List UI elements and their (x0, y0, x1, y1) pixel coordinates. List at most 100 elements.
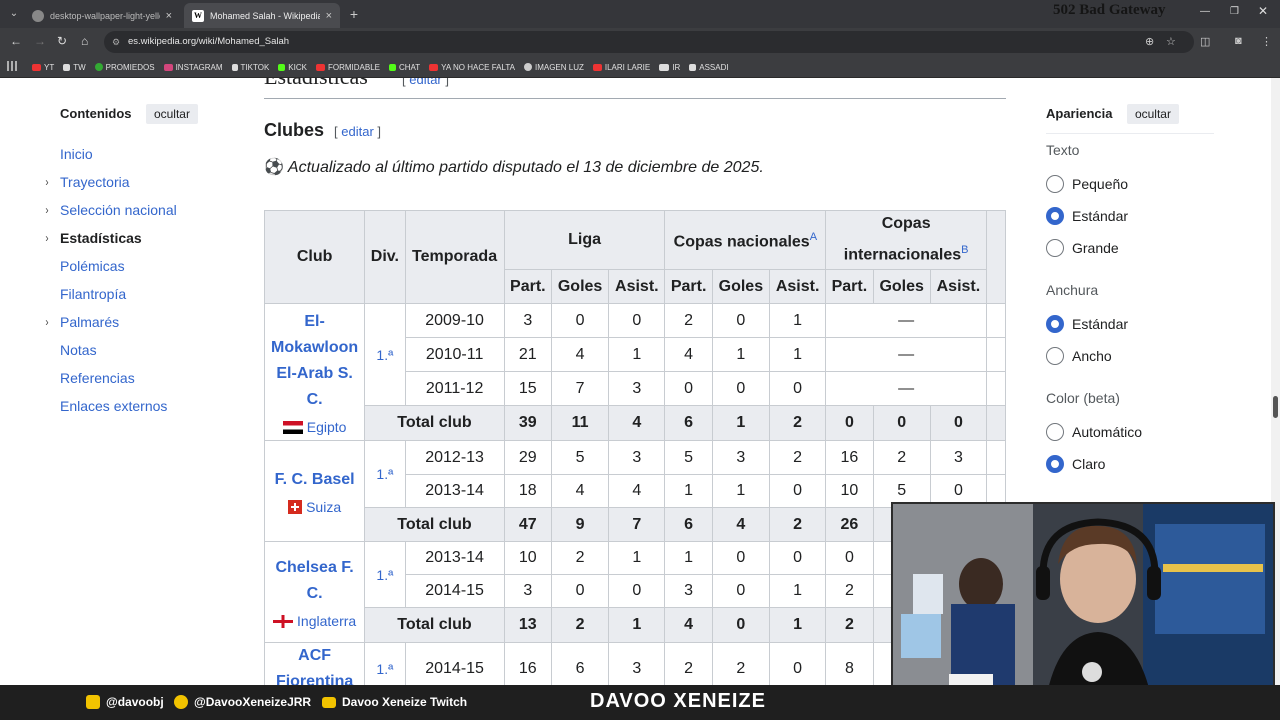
bookmark-tw[interactable]: TW (63, 63, 86, 72)
cut-cell (986, 440, 1006, 475)
club-link[interactable]: Chelsea F. C. (265, 555, 364, 607)
toc-item-label: Notas (60, 342, 97, 358)
chevron-right-icon[interactable]: › (45, 168, 48, 196)
new-tab-button[interactable]: + (344, 4, 364, 24)
division-link[interactable]: 1.ª (364, 303, 406, 406)
club-cell: El- Mokawloon El-Arab S. C. Egipto (264, 303, 366, 441)
radio-circle[interactable] (1046, 207, 1064, 225)
toc-item-label: Selección nacional (60, 202, 177, 218)
chevron-right-icon[interactable]: › (45, 224, 48, 252)
intl-cell: 8 (825, 642, 874, 685)
bookmark-yt[interactable]: YT (32, 63, 54, 72)
toc-item-notas[interactable]: Notas (60, 336, 230, 364)
copas-cell: 0 (768, 642, 827, 685)
subheader-cell: Asist. (929, 269, 988, 304)
toc-hide-button[interactable]: ocultar (145, 104, 198, 124)
radio-circle[interactable] (1046, 239, 1064, 257)
window-close-icon[interactable]: ✕ (1258, 4, 1268, 18)
toc-item-enlaces-externos[interactable]: Enlaces externos (60, 392, 230, 420)
total-cell: 11 (550, 405, 610, 441)
toc-item-trayectoria[interactable]: › Trayectoria (45, 168, 230, 196)
tab-label: Mohamed Salah - Wikipedia, la (210, 10, 320, 21)
appearance-hide-button[interactable]: ocultar (1126, 104, 1179, 124)
extensions-icon[interactable]: ◫ (1200, 35, 1210, 48)
chevron-right-icon[interactable]: › (45, 196, 48, 224)
bookmark-chat[interactable]: CHAT (388, 63, 420, 72)
division-link[interactable]: 1.ª (364, 440, 406, 508)
tab-search-button[interactable]: ⌄ (4, 4, 24, 24)
club-name-line: El- (304, 313, 325, 330)
bookmark-ya-no-hace-falta[interactable]: YA NO HACE FALTA (429, 63, 515, 72)
radio-option[interactable]: Grande (1046, 232, 1214, 264)
bookmark-tiktok[interactable]: TIKTOK (231, 63, 269, 72)
site-info-icon[interactable]: ⚙ (112, 31, 120, 53)
total-cell: 13 (503, 607, 552, 643)
tab-wallpaper[interactable]: desktop-wallpaper-light-yellow × (24, 3, 180, 28)
bookmark-imagen-luz[interactable]: IMAGEN LUZ (523, 63, 584, 72)
url-field[interactable]: ⚙ es.wikipedia.org/wiki/Mohamed_Salah (104, 31, 1194, 53)
club-link[interactable]: ACF Fiorentina (265, 643, 364, 685)
apps-grid-icon[interactable] (7, 61, 17, 71)
home-icon[interactable]: ⌂ (81, 34, 88, 48)
radio-circle[interactable] (1046, 455, 1064, 473)
radio-option[interactable]: Automático (1046, 416, 1214, 448)
note-link[interactable]: B (961, 244, 968, 256)
subheading-text: Clubes (264, 120, 325, 140)
chevron-right-icon[interactable]: › (45, 308, 48, 336)
bookmark-ilari-larie[interactable]: ILARI LARIE (592, 63, 650, 72)
zoom-icon[interactable]: ⊕ (1145, 35, 1154, 48)
radio-circle[interactable] (1046, 315, 1064, 333)
profile-icon[interactable]: ◙ (1235, 35, 1242, 47)
edit-link[interactable]: editar (341, 124, 374, 139)
radio-option[interactable]: Estándar (1046, 200, 1214, 232)
bookmark-kick[interactable]: KICK (278, 63, 307, 72)
maximize-icon[interactable]: ❐ (1230, 6, 1239, 17)
country-link[interactable]: Egipto (265, 419, 364, 435)
country-link[interactable]: Suiza (265, 499, 364, 515)
back-icon[interactable]: ← (10, 34, 22, 48)
division-link[interactable]: 1.ª (364, 642, 406, 685)
club-link[interactable]: F. C. Basel (265, 467, 364, 493)
edit-link[interactable]: editar (409, 78, 442, 87)
close-tab-icon[interactable]: × (166, 10, 172, 22)
tab-wikipedia[interactable]: W Mohamed Salah - Wikipedia, la × (184, 3, 340, 28)
division-link[interactable]: 1.ª (364, 541, 406, 608)
season-cell: 2011-12 (404, 371, 505, 406)
toc-item-referencias[interactable]: Referencias (60, 364, 230, 392)
forward-icon[interactable]: → (34, 34, 46, 48)
overlay-gateway-text: 502 Bad Gateway (1053, 2, 1166, 18)
bookmark-ir[interactable]: IR (659, 63, 680, 72)
bookmark-formidable[interactable]: FORMIDABLE (315, 63, 380, 72)
radio-circle[interactable] (1046, 423, 1064, 441)
copas-cell: 5 (664, 440, 713, 475)
intl-cell: 3 (929, 440, 988, 475)
bookmark-assadi[interactable]: ASSADI (689, 63, 729, 72)
club-name-line: Chelsea F. (275, 559, 354, 576)
note-link[interactable]: A (810, 231, 817, 243)
toc-item-selección-nacional[interactable]: › Selección nacional (45, 196, 230, 224)
club-link[interactable]: El- Mokawloon El-Arab S. C. (265, 309, 364, 413)
minimize-icon[interactable]: — (1200, 6, 1210, 17)
toc-item-label: Referencias (60, 370, 135, 386)
bookmark-promiedos[interactable]: PROMIEDOS (94, 63, 155, 72)
mk-icon (659, 63, 670, 71)
toc-item-inicio[interactable]: Inicio (60, 140, 230, 168)
table-of-contents: Contenidos ocultar Inicio › Trayectoria › Se… (45, 104, 230, 420)
toc-item-polémicas[interactable]: Polémicas (60, 252, 230, 280)
bookmark-instagram[interactable]: INSTAGRAM (163, 63, 223, 72)
scrollbar-thumb[interactable] (1273, 396, 1278, 418)
close-tab-icon[interactable]: × (326, 10, 332, 22)
menu-icon[interactable]: ⋮ (1261, 35, 1272, 48)
radio-option[interactable]: Claro (1046, 448, 1214, 480)
radio-circle[interactable] (1046, 175, 1064, 193)
reload-icon[interactable]: ↻ (57, 34, 67, 48)
radio-option[interactable]: Estándar (1046, 308, 1214, 340)
radio-option[interactable]: Pequeño (1046, 168, 1214, 200)
toc-item-estadísticas[interactable]: › Estadísticas (45, 224, 230, 252)
radio-option[interactable]: Ancho (1046, 340, 1214, 372)
radio-circle[interactable] (1046, 347, 1064, 365)
bookmark-star-icon[interactable]: ☆ (1166, 35, 1176, 48)
toc-item-filantropía[interactable]: Filantropía (60, 280, 230, 308)
country-link[interactable]: Inglaterra (265, 613, 364, 629)
toc-item-palmarés[interactable]: › Palmarés (45, 308, 230, 336)
